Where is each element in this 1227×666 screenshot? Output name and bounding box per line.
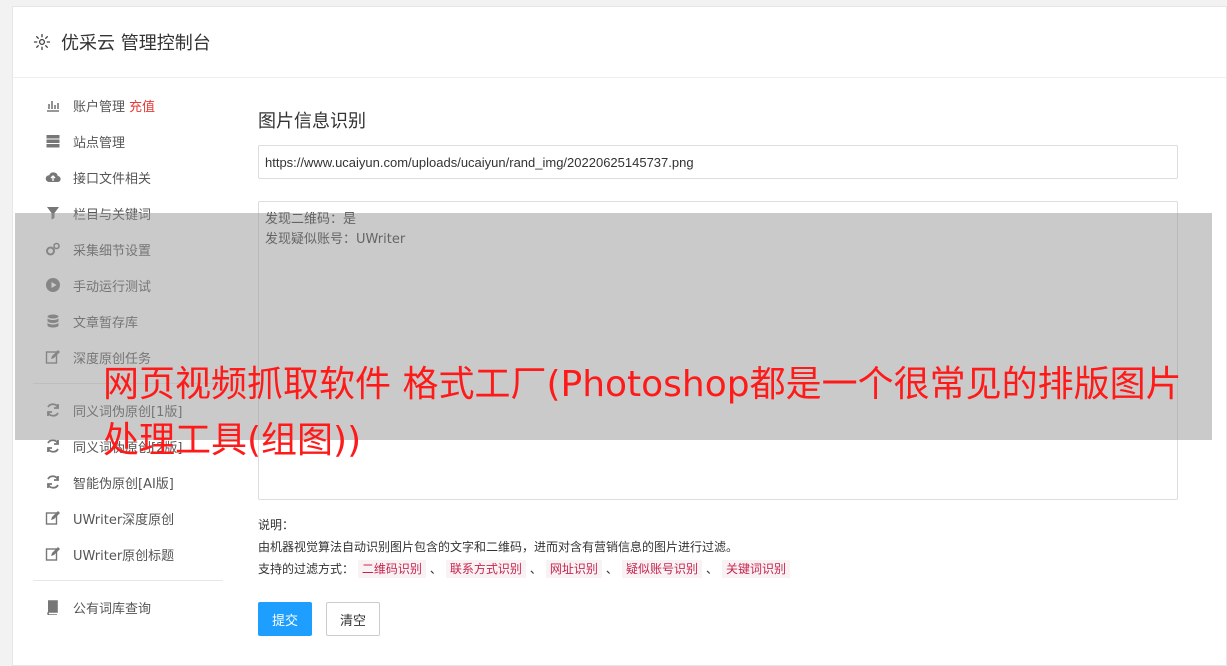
sidebar-item-label: 智能伪原创[AI版] (73, 476, 174, 492)
database-icon (45, 313, 61, 329)
sidebar-item-public-lexicon[interactable]: 公有词库查询 (13, 589, 223, 625)
sidebar-item-collect-settings[interactable]: 采集细节设置 (13, 231, 223, 267)
sidebar-item-account[interactable]: 账户管理 充值 (13, 87, 223, 123)
play-icon (45, 277, 61, 293)
sidebar-item-label: 采集细节设置 (73, 243, 152, 259)
header: 优采云 管理控制台 (13, 7, 1226, 78)
filter-tag: 联系方式识别 (445, 560, 526, 578)
sidebar-item-label: 文章暂存库 (73, 315, 139, 331)
image-url-input[interactable]: https://www.ucaiyun.com/uploads/ucaiyun/… (258, 145, 1178, 179)
sidebar-item-sites[interactable]: 站点管理 (13, 123, 223, 159)
filter-tag: 关键词识别 (721, 560, 790, 578)
sidebar-item-label: 公有词库查询 (73, 601, 152, 617)
submit-button[interactable]: 提交 (258, 602, 312, 636)
bar-chart-icon (45, 97, 61, 113)
filter-tag: 疑似账号识别 (621, 560, 702, 578)
edit-icon (45, 349, 61, 365)
filter-icon (45, 205, 61, 221)
section-title: 图片信息识别 (258, 111, 366, 132)
filter-sep: 、 (529, 562, 542, 576)
edit-icon (45, 546, 61, 562)
sidebar-item-label: UWriter深度原创 (73, 512, 175, 528)
image-url-value: https://www.ucaiyun.com/uploads/ucaiyun/… (265, 154, 694, 170)
filter-tag: 二维码识别 (357, 560, 426, 578)
cloud-upload-icon (45, 169, 61, 185)
sidebar-item-uwriter-deep[interactable]: UWriter深度原创 (13, 500, 223, 536)
gear-icon (33, 33, 51, 51)
sidebar-item-ai-rewrite[interactable]: 智能伪原创[AI版] (13, 464, 223, 500)
sidebar-divider (33, 580, 223, 581)
gears-icon (45, 241, 61, 257)
watermark-title: 网页视频抓取软件 格式工厂(Photoshop都是一个很常见的排版图片处理工具(… (103, 364, 1182, 461)
clear-button[interactable]: 清空 (326, 602, 380, 636)
sidebar-item-uwriter-title[interactable]: UWriter原创标题 (13, 536, 223, 572)
sidebar-item-interface[interactable]: 接口文件相关 (13, 159, 223, 195)
refresh-icon (45, 474, 61, 490)
sidebar-item-label: 站点管理 (73, 135, 126, 151)
filter-line: 支持的过滤方式： 二维码识别、联系方式识别、网址识别、疑似账号识别、关键词识别 (258, 558, 1178, 580)
sidebar-item-article-store[interactable]: 文章暂存库 (13, 303, 223, 339)
sidebar-item-label: 手动运行测试 (73, 279, 152, 295)
sidebar: 账户管理 充值 站点管理 接口文件相关 栏目与关键词 采集细节设置 手动运行测试… (13, 87, 223, 625)
sidebar-item-label: UWriter原创标题 (73, 548, 175, 564)
filter-tag: 网址识别 (545, 560, 602, 578)
filter-sep: 、 (605, 562, 618, 576)
result-line: 发现二维码：是 (265, 212, 357, 227)
console-panel: 优采云 管理控制台 账户管理 充值 站点管理 接口文件相关 栏目与关键词 采集细… (12, 6, 1227, 666)
recharge-link[interactable]: 充值 (129, 96, 155, 115)
filter-label: 支持的过滤方式： (258, 562, 355, 576)
server-icon (45, 133, 61, 149)
sidebar-item-label: 栏目与关键词 (73, 207, 152, 223)
sidebar-item-label: 接口文件相关 (73, 171, 152, 187)
edit-icon (45, 510, 61, 526)
filter-sep: 、 (429, 562, 442, 576)
button-row: 提交 清空 (258, 602, 1178, 636)
desc-label: 说明： (258, 518, 295, 532)
refresh-icon (45, 402, 61, 418)
filter-sep: 、 (705, 562, 718, 576)
sidebar-item-manual-run[interactable]: 手动运行测试 (13, 267, 223, 303)
desc-text: 由机器视觉算法自动识别图片包含的文字和二维码，进而对含有营销信息的图片进行过滤。 (258, 540, 739, 554)
page-title: 优采云 管理控制台 (61, 33, 211, 54)
description: 说明： 由机器视觉算法自动识别图片包含的文字和二维码，进而对含有营销信息的图片进… (258, 514, 1178, 580)
sidebar-item-label: 账户管理 (73, 99, 126, 115)
sidebar-item-keywords[interactable]: 栏目与关键词 (13, 195, 223, 231)
refresh-icon (45, 438, 61, 454)
book-icon (45, 599, 61, 615)
result-line: 发现疑似账号：UWriter (265, 232, 406, 247)
